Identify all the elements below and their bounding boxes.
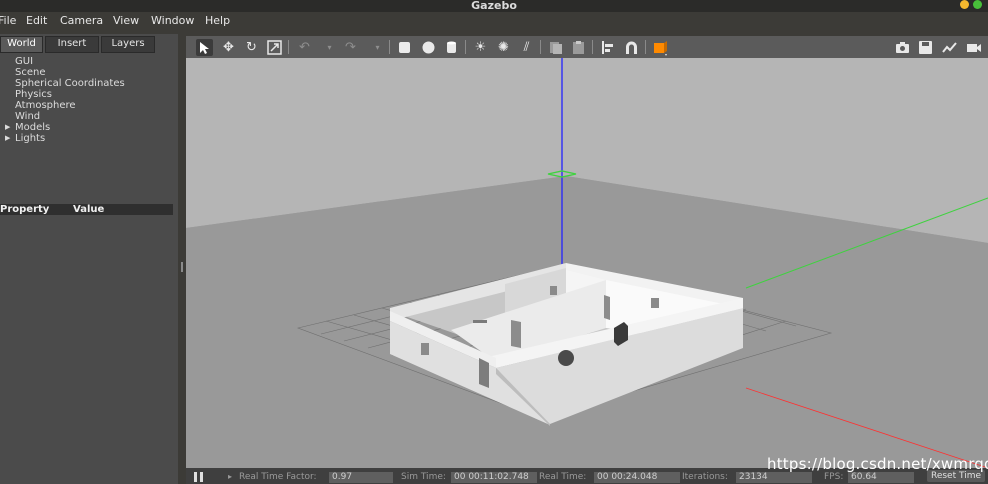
toolbar-separator [288,40,289,54]
video-record-icon[interactable] [965,39,982,56]
expand-arrow-icon[interactable]: ▶ [5,123,10,131]
left-panel: World Insert Layers GUI Scene Spherical … [0,34,178,484]
fps-value: 60.64 [848,472,914,483]
sim-time-value: 00 00:11:02.748 [451,472,537,483]
real-time-factor-label: Real Time Factor: [239,472,317,482]
splitter-grip-icon[interactable] [181,262,183,272]
select-mode-icon[interactable] [196,39,213,56]
maximize-button[interactable] [973,0,982,9]
menu-window[interactable]: Window [151,14,194,27]
sphere-icon[interactable] [420,39,437,56]
paste-icon[interactable] [570,39,587,56]
tree-item-spherical-coordinates[interactable]: Spherical Coordinates [15,78,125,89]
menu-camera[interactable]: Camera [60,14,103,27]
main-toolbar: ✥ ↻ ↶ ▾ ↷ ▾ ☀ ✺ ⫽ [186,36,988,58]
minimize-button[interactable] [960,0,969,9]
tab-insert[interactable]: Insert [45,36,99,53]
sphere-model[interactable] [558,350,574,366]
toolbar-separator [389,40,390,54]
toolbar-separator [645,40,646,54]
real-time-label: Real Time: [539,472,587,482]
tree-item-models[interactable]: ▶ Models [5,122,51,133]
tree-item-lights-label: Lights [15,133,46,144]
undo-history-icon[interactable]: ▾ [321,39,338,56]
expand-arrow-icon[interactable]: ▶ [5,134,10,142]
toolbar-separator [465,40,466,54]
watermark: https://blog.csdn.net/xwmrqqq [767,455,988,473]
copy-icon[interactable] [547,39,564,56]
point-light-icon[interactable]: ☀ [472,39,489,56]
menu-view[interactable]: View [113,14,139,27]
cylinder-icon[interactable] [443,39,460,56]
window [473,320,487,323]
redo-history-icon[interactable]: ▾ [369,39,386,56]
door [511,320,521,348]
box-icon[interactable] [396,39,413,56]
window [550,286,557,295]
tree-item-lights[interactable]: ▶ Lights [5,133,46,144]
real-time-value: 00 00:24.048 [594,472,680,483]
menu-help[interactable]: Help [205,14,230,27]
panel-splitter[interactable] [178,34,186,484]
tree-item-physics[interactable]: Physics [15,89,52,100]
menu-bar: File Edit Camera View Window Help [0,12,988,32]
tree-item-gui[interactable]: GUI [15,56,33,67]
iterations-label: Iterations: [682,472,728,482]
step-separator-icon: ▸ [228,472,233,481]
scene-render[interactable] [186,58,988,468]
toolbar-separator [592,40,593,54]
menu-file[interactable]: File [0,14,16,27]
pause-icon[interactable] [194,472,203,482]
value-column-header: Value [73,204,105,215]
directional-light-icon[interactable]: ⫽ [518,39,535,56]
tree-item-models-label: Models [15,122,51,133]
plot-icon[interactable] [941,39,958,56]
door [479,358,489,388]
translate-mode-icon[interactable]: ✥ [220,39,237,56]
spot-light-icon[interactable]: ✺ [495,39,512,56]
window-titlebar: Gazebo [0,0,988,12]
snap-icon[interactable] [623,39,640,56]
undo-icon[interactable]: ↶ [296,39,313,56]
scale-mode-icon[interactable] [266,39,283,56]
toolbar-separator [540,40,541,54]
record-log-icon[interactable] [917,39,934,56]
redo-icon[interactable]: ↷ [342,39,359,56]
real-time-factor-value: 0.97 [329,472,393,483]
window-title: Gazebo [471,0,517,12]
tab-world[interactable]: World [0,36,43,53]
tree-item-scene[interactable]: Scene [15,67,46,78]
property-column-header: Property [0,204,50,215]
window [421,343,429,355]
screenshot-icon[interactable] [894,39,911,56]
menu-edit[interactable]: Edit [26,14,47,27]
tree-item-wind[interactable]: Wind [15,111,40,122]
align-icon[interactable] [599,39,616,56]
door [604,295,610,320]
property-table-header: Property Value [0,204,173,215]
change-view-icon[interactable] [652,39,669,56]
tree-item-atmosphere[interactable]: Atmosphere [15,100,76,111]
rotate-mode-icon[interactable]: ↻ [243,39,260,56]
sim-time-label: Sim Time: [401,472,446,482]
window [651,298,659,308]
tab-layers[interactable]: Layers [101,36,155,53]
3d-viewport[interactable] [186,58,988,468]
fps-label: FPS: [824,472,844,482]
iterations-value: 23134 [736,472,812,483]
